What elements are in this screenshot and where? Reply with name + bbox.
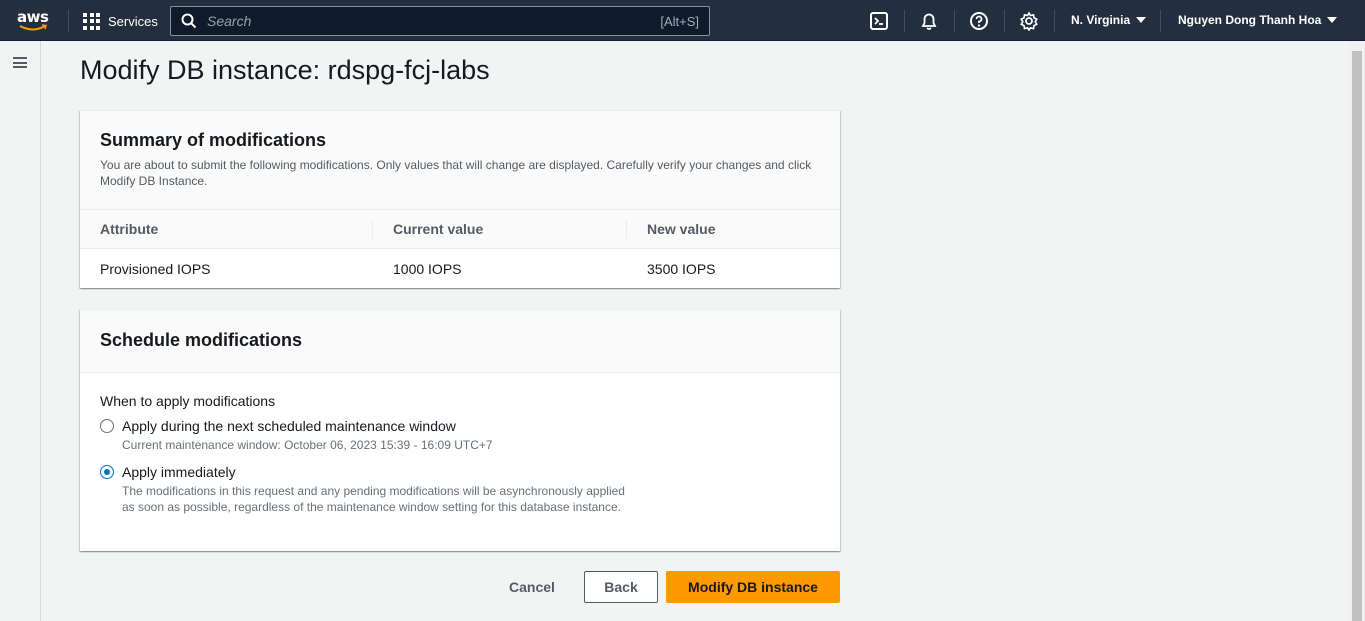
page-scrollbar[interactable] [1349,41,1365,621]
search-shortcut: [Alt+S] [660,13,699,29]
summary-description: You are about to submit the following mo… [100,158,812,188]
gear-icon[interactable] [1019,11,1039,31]
cancel-button[interactable]: Cancel [488,571,576,603]
summary-title: Summary of modifications [100,130,327,150]
region-selector[interactable]: N. Virginia [1071,13,1147,27]
summary-panel: Summary of modifications You are about t… [80,110,840,288]
row-new-value: 3500 IOPS [647,261,716,277]
summary-header: Summary of modifications You are about t… [80,111,840,210]
top-navigation: aws Services [Alt+S] [0,0,1365,41]
nav-divider [954,10,955,32]
user-menu[interactable]: Nguyen Dong Thanh Hoa [1178,13,1338,27]
aws-smile-icon [19,24,47,31]
radio-desc-maintenance-window: Current maintenance window: October 06, … [122,438,493,452]
help-icon[interactable] [969,11,989,31]
column-separator [372,220,373,239]
page-title: Modify DB instance: rdspg-fcj-labs [80,55,490,85]
row-current-value: 1000 IOPS [393,261,462,277]
column-separator [626,220,627,239]
table-row: Provisioned IOPS 1000 IOPS 3500 IOPS [80,249,840,289]
aws-logo[interactable]: aws [17,8,51,34]
services-label: Services [108,13,158,29]
radio-desc-apply-immediately: The modifications in this request and an… [122,484,625,514]
schedule-panel: Schedule modifications When to apply mod… [80,309,840,551]
user-name: Nguyen Dong Thanh Hoa [1178,13,1322,27]
grid-icon [83,12,100,30]
hamburger-menu-icon[interactable] [13,57,27,68]
nav-divider [1160,10,1161,32]
column-header-current-value: Current value [393,221,484,237]
row-attribute: Provisioned IOPS [100,261,211,277]
column-header-new-value: New value [647,221,716,237]
nav-divider [1054,10,1055,32]
nav-divider [68,10,69,32]
side-navigation-rail [0,41,41,621]
schedule-header: Schedule modifications [80,310,840,373]
nav-divider [1004,10,1005,32]
radio-apply-immediately[interactable] [100,465,114,479]
radio-maintenance-window[interactable] [100,419,114,433]
scrollbar-thumb[interactable] [1352,51,1362,621]
schedule-title: Schedule modifications [100,330,303,350]
bell-icon[interactable] [919,11,939,31]
caret-down-icon [1327,17,1338,23]
back-button[interactable]: Back [584,571,658,603]
modify-db-instance-button[interactable]: Modify DB instance [666,571,840,603]
services-menu-button[interactable]: Services [83,11,158,31]
table-header: Attribute Current value New value [80,210,840,249]
search-icon [181,13,197,29]
radio-label-maintenance-window[interactable]: Apply during the next scheduled maintena… [122,418,456,434]
cloudshell-icon[interactable] [869,11,889,31]
column-header-attribute: Attribute [100,221,159,237]
search-input[interactable] [207,13,661,29]
region-label: N. Virginia [1071,13,1131,27]
search-box[interactable]: [Alt+S] [170,6,710,36]
when-to-apply-label: When to apply modifications [100,393,276,409]
caret-down-icon [1136,17,1147,23]
radio-label-apply-immediately[interactable]: Apply immediately [122,464,236,480]
nav-divider [904,10,905,32]
